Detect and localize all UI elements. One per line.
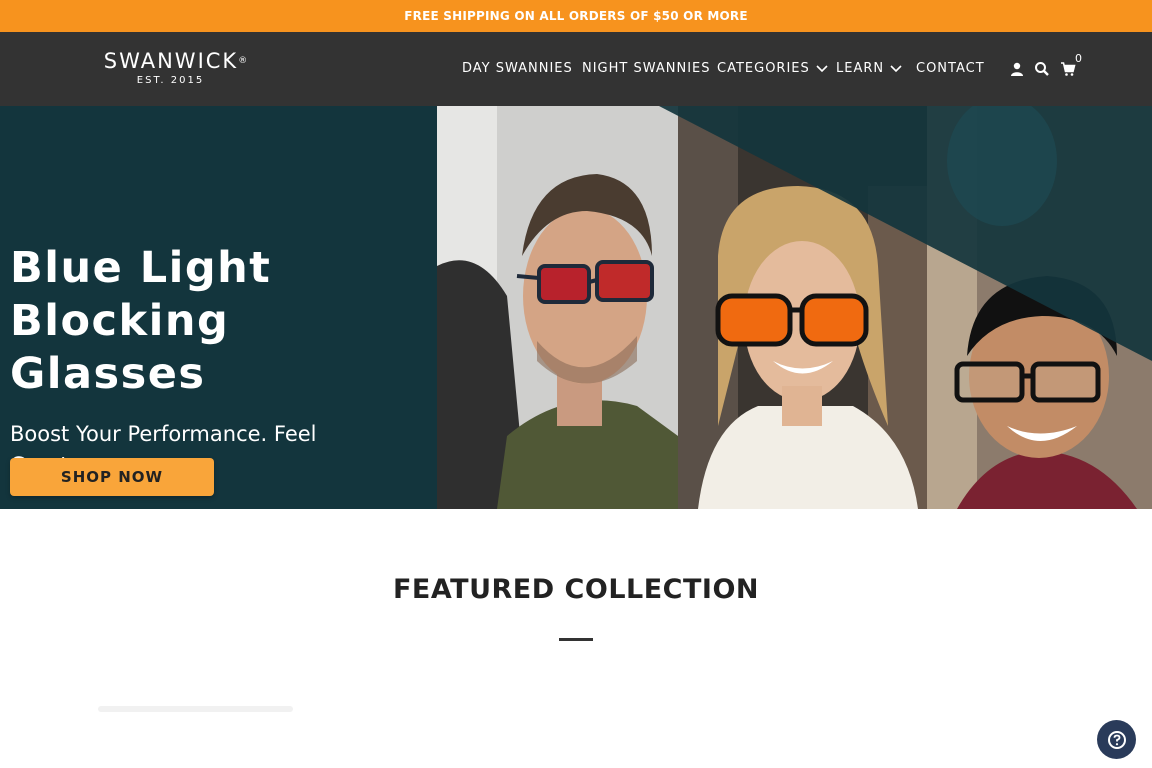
logo-wordmark: SWANWICK® <box>78 50 273 72</box>
chevron-down-icon <box>816 64 828 72</box>
chevron-down-icon <box>890 64 902 72</box>
nav-contact[interactable]: CONTACT <box>916 61 985 76</box>
featured-collection-title: FEATURED COLLECTION <box>392 574 760 605</box>
help-chat-button[interactable] <box>1097 720 1136 759</box>
cart-count: 0 <box>1075 52 1082 65</box>
nav-label: LEARN <box>836 61 885 76</box>
promo-banner: FREE SHIPPING ON ALL ORDERS OF $50 OR MO… <box>0 0 1152 32</box>
featured-title-divider <box>559 638 593 641</box>
logo-name: SWANWICK <box>103 49 239 73</box>
hero-text: Blue Light Blocking Glasses Boost Your P… <box>10 242 410 481</box>
hero-teal-overlay <box>659 106 1152 361</box>
cart-icon[interactable] <box>1060 61 1076 77</box>
nav-label: DAY SWANNIES <box>462 61 573 76</box>
search-icon[interactable] <box>1034 61 1050 77</box>
question-icon <box>1107 730 1126 749</box>
hero-photo-collage <box>437 106 1152 509</box>
nav-label: NIGHT SWANNIES <box>582 61 711 76</box>
nav-day-swannies[interactable]: DAY SWANNIES <box>462 61 573 76</box>
nav-categories[interactable]: CATEGORIES <box>717 61 828 76</box>
logo[interactable]: SWANWICK® EST. 2015 <box>78 50 273 90</box>
promo-text: FREE SHIPPING ON ALL ORDERS OF $50 OR MO… <box>404 9 748 23</box>
shop-now-button[interactable]: SHOP NOW <box>10 458 214 496</box>
site-header: SWANWICK® EST. 2015 DAY SWANNIES NIGHT S… <box>0 32 1152 106</box>
hero-title: Blue Light Blocking Glasses <box>10 243 272 399</box>
hero-banner: Blue Light Blocking Glasses Boost Your P… <box>0 106 1152 509</box>
nav-learn[interactable]: LEARN <box>836 61 902 76</box>
logo-established: EST. 2015 <box>136 75 205 86</box>
account-icon[interactable] <box>1009 61 1025 77</box>
nav-night-swannies[interactable]: NIGHT SWANNIES <box>582 61 711 76</box>
nav-label: CATEGORIES <box>717 61 810 76</box>
nav-label: CONTACT <box>916 61 985 76</box>
logo-registered-mark: ® <box>238 56 248 66</box>
product-image-loading <box>98 700 293 718</box>
